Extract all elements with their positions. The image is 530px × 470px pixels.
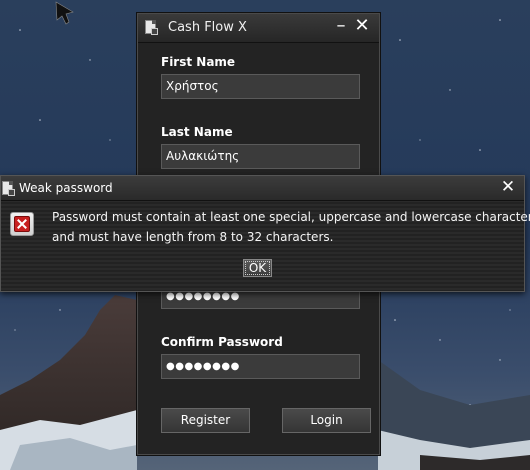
- login-button[interactable]: Login: [282, 408, 371, 433]
- minimize-button[interactable]: –: [334, 17, 348, 37]
- last-name-label: Last Name: [161, 125, 233, 139]
- last-name-input[interactable]: Αυλακιώτης: [161, 144, 360, 169]
- dialog-message-line-2: and must have length from 8 to 32 charac…: [52, 230, 334, 244]
- weak-password-dialog: Weak password ✕ Password must contain at…: [0, 175, 530, 292]
- window-title: Cash Flow X: [168, 20, 247, 35]
- close-button[interactable]: ✕: [354, 16, 370, 36]
- dialog-close-button[interactable]: ✕: [499, 177, 517, 197]
- first-name-input[interactable]: Χρήστος: [161, 74, 360, 99]
- register-button[interactable]: Register: [161, 408, 250, 433]
- dialog-message-line-1: Password must contain at least one speci…: [52, 210, 530, 224]
- error-icon: [10, 212, 34, 236]
- confirm-password-input[interactable]: ●●●●●●●●: [161, 354, 360, 379]
- window-titlebar[interactable]: Cash Flow X – ✕: [138, 14, 379, 43]
- app-icon: [145, 20, 158, 35]
- ok-button[interactable]: OK: [243, 259, 272, 277]
- confirm-password-label: Confirm Password: [161, 335, 283, 349]
- dialog-title: Weak password: [19, 181, 113, 195]
- first-name-label: First Name: [161, 55, 236, 69]
- dialog-app-icon: [2, 181, 15, 196]
- dialog-titlebar[interactable]: Weak password ✕: [1, 176, 524, 201]
